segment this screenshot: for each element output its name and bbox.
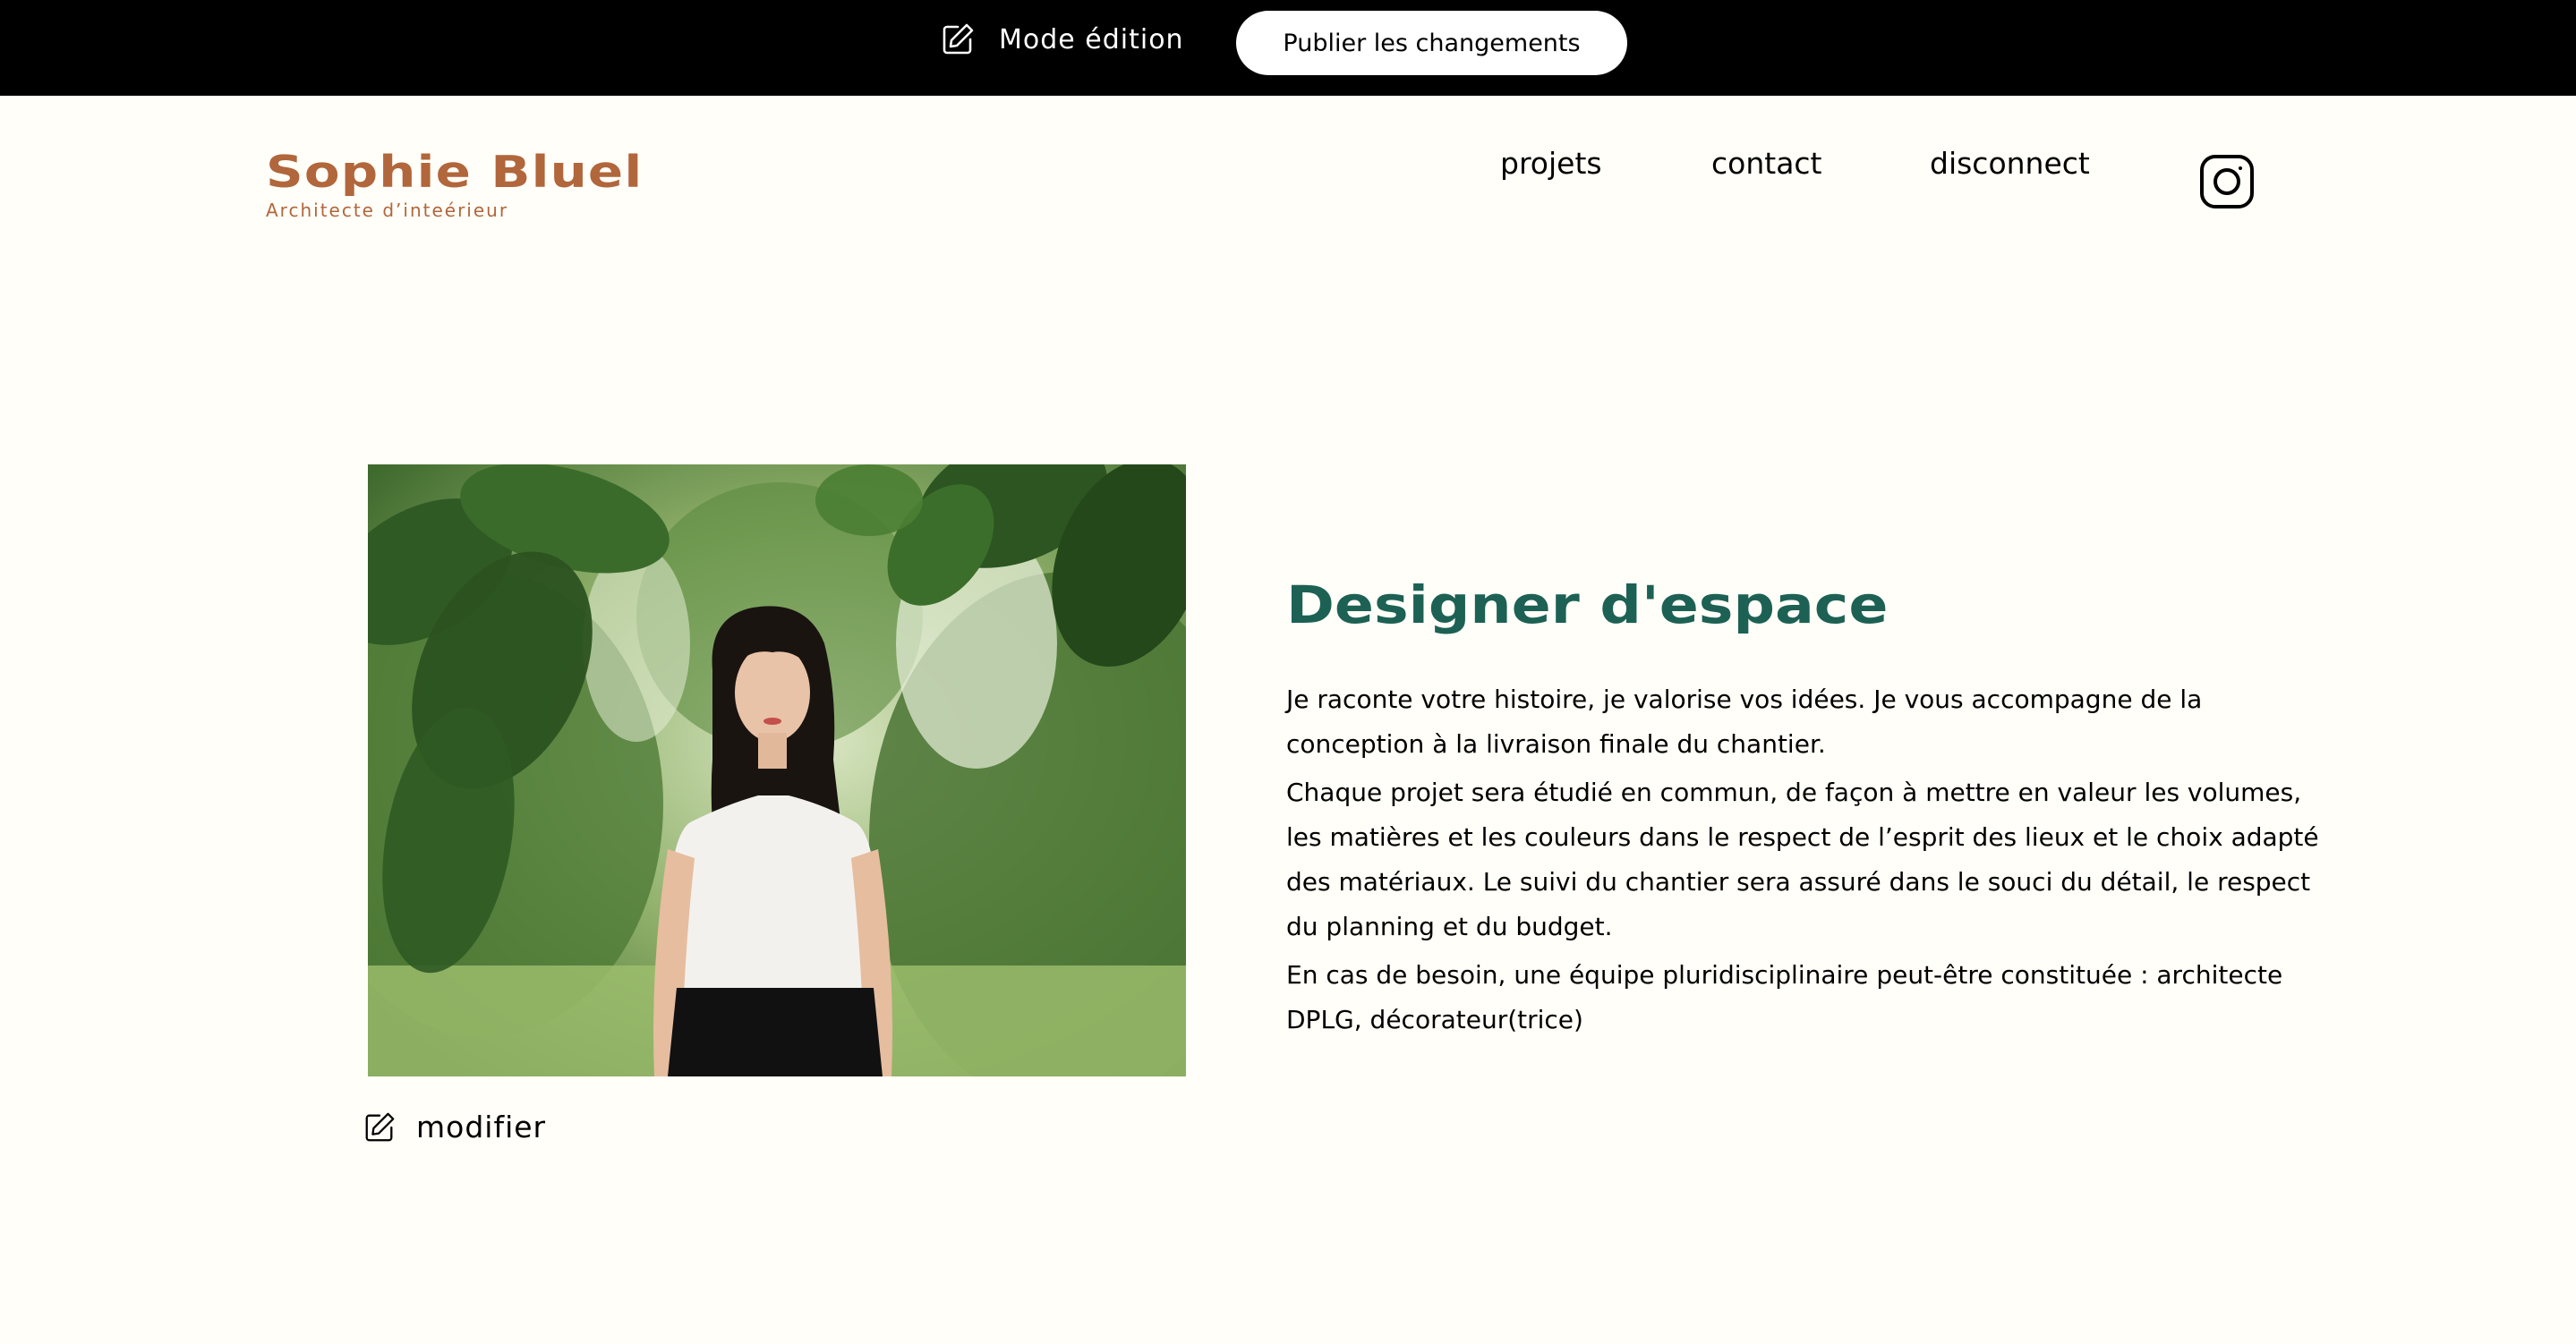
edit-icon	[365, 1112, 395, 1141]
edit-icon	[943, 23, 974, 55]
intro-article: Designer d'espace Je raconte votre histo…	[1286, 576, 2324, 1046]
intro-paragraph-2: Chaque projet sera étudié en commun, de …	[1286, 777, 2319, 941]
logo-name: Sophie Bluel	[266, 147, 644, 198]
edit-mode-label: Mode édition	[999, 23, 1184, 55]
modify-button[interactable]: modifier	[363, 1110, 546, 1144]
logo[interactable]: Sophie Bluel Architecte d’inteérieur	[266, 150, 660, 221]
modify-label: modifier	[416, 1110, 547, 1144]
publish-changes-button[interactable]: Publier les changements	[1236, 11, 1627, 75]
nav-link-contact[interactable]: contact	[1711, 146, 1822, 181]
edit-mode-indicator: Mode édition	[940, 20, 1184, 59]
edit-mode-bar: Mode édition Publier les changements	[0, 0, 2576, 96]
intro-paragraph-3: En cas de besoin, une équipe pluridiscip…	[1286, 959, 2283, 1034]
instagram-icon[interactable]	[2199, 154, 2255, 209]
nav-link-disconnect[interactable]: disconnect	[1930, 146, 2090, 181]
intro-paragraph-1: Je raconte votre histoire, je valorise v…	[1286, 684, 2203, 759]
nav-link-projets[interactable]: projets	[1500, 146, 1602, 181]
intro-title: Designer d'espace	[1286, 574, 1889, 635]
architect-photo	[368, 464, 1186, 1076]
logo-subtitle: Architecte d’inteérieur	[266, 200, 509, 221]
